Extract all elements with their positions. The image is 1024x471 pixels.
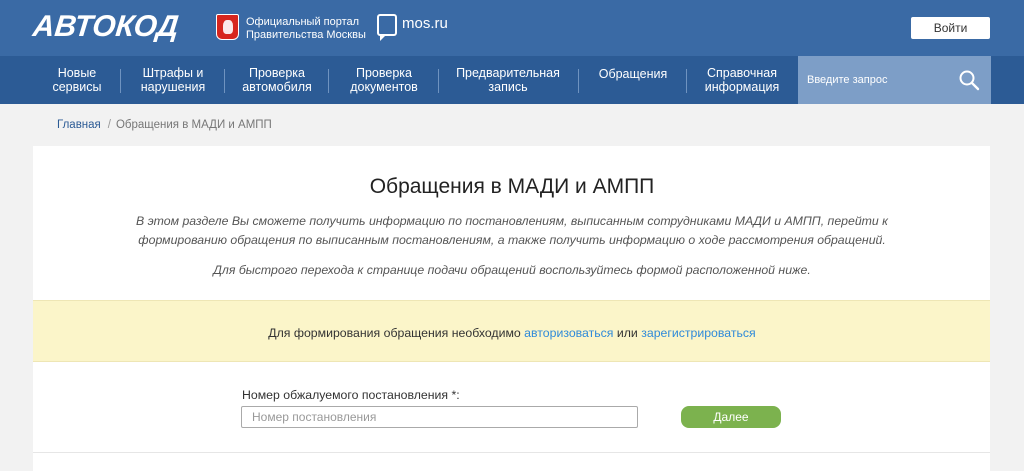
nav-label: сервисы bbox=[52, 80, 102, 94]
nav-separator bbox=[328, 69, 329, 93]
nav-separator bbox=[438, 69, 439, 93]
card-divider bbox=[33, 452, 990, 453]
nav-label: Новые bbox=[57, 66, 97, 80]
nav-label: Обращения bbox=[598, 67, 668, 81]
auth-notice-text: Для формирования обращения необходимо ав… bbox=[0, 326, 1024, 340]
resolution-number-label: Номер обжалуемого постановления *: bbox=[242, 388, 460, 402]
nav-label: документов bbox=[350, 80, 418, 94]
mosru-link[interactable]: mos.ru bbox=[402, 15, 448, 32]
quick-access-hint: Для быстрого перехода к странице подачи … bbox=[213, 263, 811, 277]
breadcrumb-home[interactable]: Главная bbox=[57, 119, 101, 131]
search-icon[interactable] bbox=[958, 69, 980, 91]
register-link[interactable]: зарегистрироваться bbox=[641, 326, 756, 340]
portal-line2: Правительства Москвы bbox=[246, 29, 366, 41]
breadcrumb-current: Обращения в МАДИ и АМПП bbox=[115, 119, 272, 131]
nav-item-appointment[interactable]: Предварительная запись bbox=[446, 56, 570, 104]
nav-separator bbox=[686, 69, 687, 93]
nav-label: запись bbox=[488, 80, 528, 94]
nav-label: Проверка bbox=[248, 66, 305, 80]
mosru-chat-icon[interactable] bbox=[377, 14, 397, 41]
page-title: Обращения в МАДИ и АМПП bbox=[369, 175, 655, 198]
nav-item-reference[interactable]: Справочная информация bbox=[694, 56, 790, 104]
notice-prefix: Для формирования обращения необходимо bbox=[268, 326, 525, 340]
nav-item-vehicle-check[interactable]: Проверка автомобиля bbox=[232, 56, 322, 104]
avtokod-logo[interactable]: АВТОКОД bbox=[31, 10, 181, 43]
nav-label: Штрафы и bbox=[142, 66, 204, 80]
nav-item-documents-check[interactable]: Проверка документов bbox=[336, 56, 432, 104]
nav-separator bbox=[120, 69, 121, 93]
notice-middle: или bbox=[613, 326, 642, 340]
nav-separator bbox=[578, 69, 579, 93]
nav-item-new-services[interactable]: Новые сервисы bbox=[40, 56, 114, 104]
search-input[interactable] bbox=[798, 56, 948, 104]
nav-separator bbox=[224, 69, 225, 93]
portal-line1: Официальный портал bbox=[246, 16, 360, 28]
logo-text: АВТОКОД bbox=[31, 10, 181, 43]
authorize-link[interactable]: авторизоваться bbox=[524, 326, 613, 340]
page-description: В этом разделе Вы сможете получить инфор… bbox=[80, 212, 944, 250]
portal-caption[interactable]: Официальный портал Правительства Москвы bbox=[246, 16, 366, 42]
nav-item-appeals[interactable]: Обращения bbox=[586, 50, 680, 98]
nav-label: автомобиля bbox=[242, 80, 312, 94]
description-line2: формированию обращения по выписанным пос… bbox=[138, 233, 886, 247]
moscow-emblem-icon[interactable] bbox=[216, 14, 239, 40]
nav-label: нарушения bbox=[140, 80, 206, 94]
nav-item-fines[interactable]: Штрафы и нарушения bbox=[128, 56, 218, 104]
nav-label: информация bbox=[704, 80, 780, 94]
next-button[interactable]: Далее bbox=[681, 406, 781, 428]
nav-label: Проверка bbox=[356, 66, 412, 80]
nav-label: Предварительная bbox=[456, 66, 560, 80]
breadcrumb: Главная / Обращения в МАДИ и АМПП bbox=[57, 119, 272, 131]
breadcrumb-separator: / bbox=[107, 119, 111, 131]
resolution-number-input[interactable] bbox=[241, 406, 638, 428]
description-line1: В этом разделе Вы сможете получить инфор… bbox=[136, 214, 888, 228]
login-button[interactable]: Войти bbox=[911, 17, 990, 39]
nav-label: Справочная bbox=[706, 66, 777, 80]
